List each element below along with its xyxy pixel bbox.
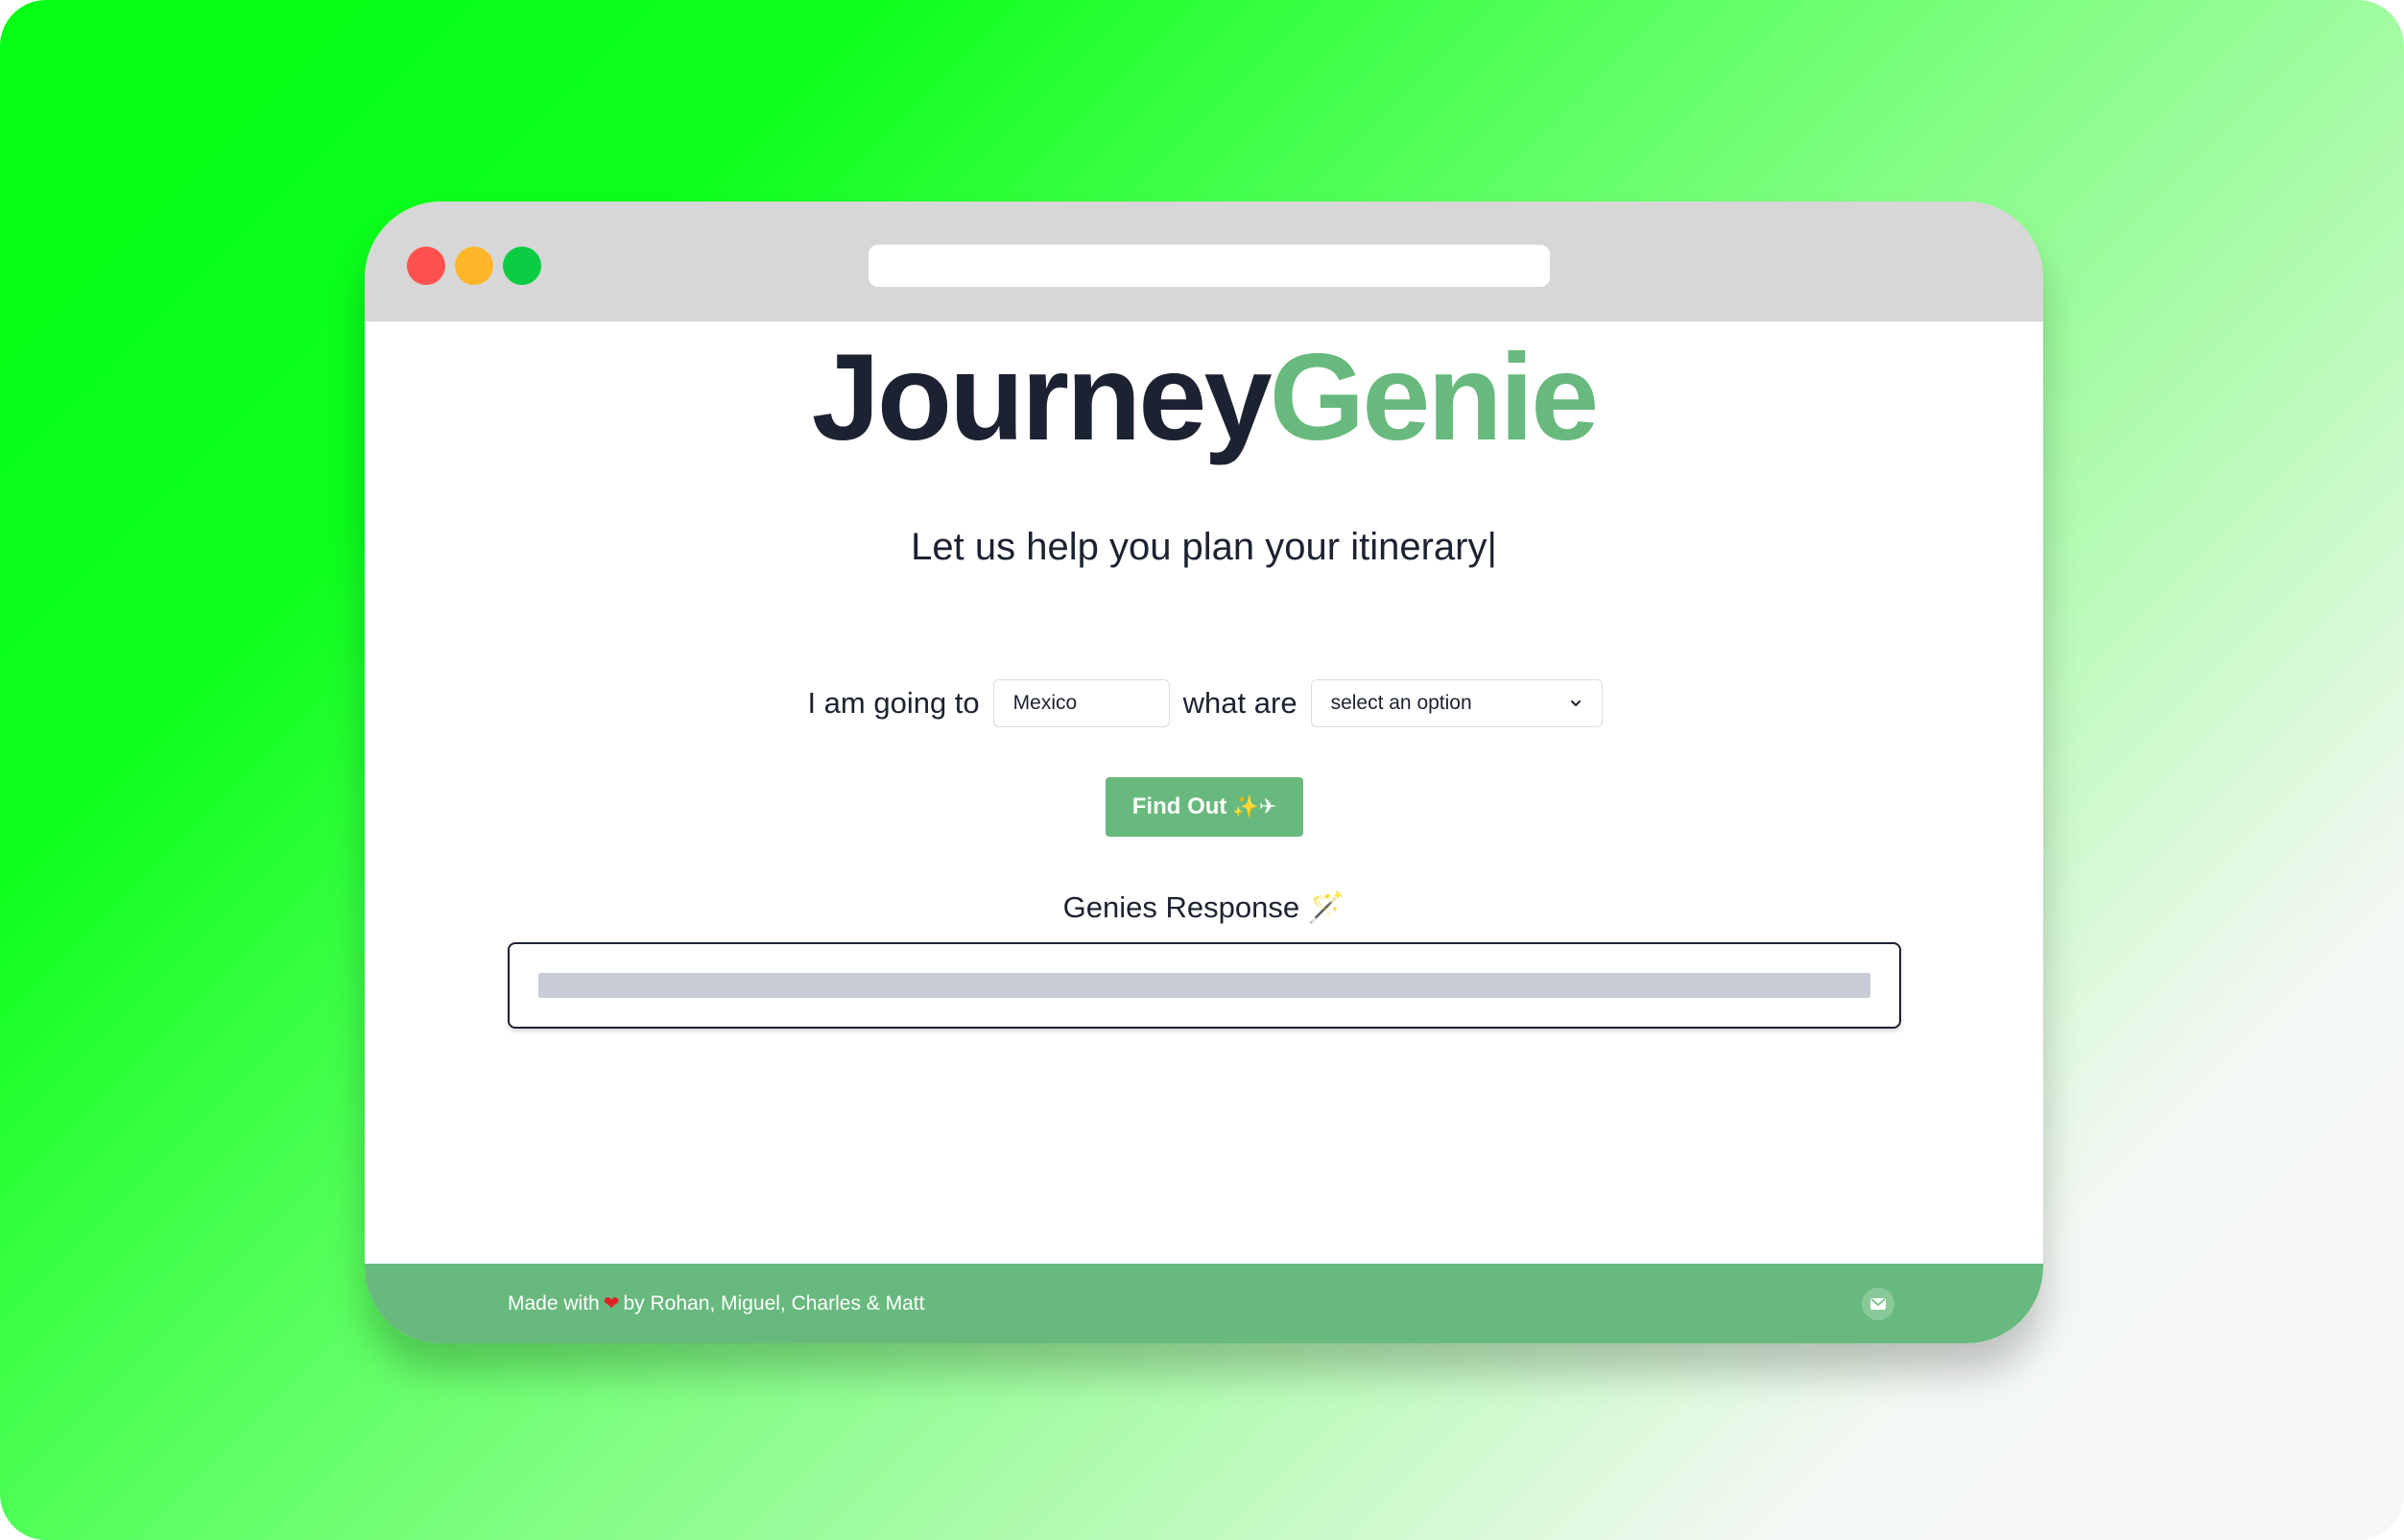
browser-window: JourneyGenie Let us help you plan your i… xyxy=(365,201,2043,1343)
minimize-window-button[interactable] xyxy=(455,247,493,285)
close-window-button[interactable] xyxy=(407,247,445,285)
maximize-window-button[interactable] xyxy=(503,247,541,285)
page-subtitle: Let us help you plan your itinerary| xyxy=(911,526,1497,568)
mail-icon xyxy=(1870,1298,1886,1310)
logo-genie: Genie xyxy=(1269,329,1600,466)
footer-made-with: Made with xyxy=(508,1291,600,1315)
heart-icon: ❤ xyxy=(603,1293,620,1315)
response-box xyxy=(508,942,1901,1029)
sparkle-plane-icon: ✨✈ xyxy=(1232,794,1277,818)
response-label: Genies Response 🪄 xyxy=(1062,890,1345,924)
footer-credits: Made with ❤ by Rohan, Miguel, Charles & … xyxy=(508,1264,924,1343)
select-value: select an option xyxy=(1330,692,1472,714)
itinerary-form: I am going to Mexico what are select an … xyxy=(365,678,2043,728)
category-select[interactable]: select an option xyxy=(1310,679,1603,727)
going-to-label: I am going to xyxy=(807,686,980,720)
find-out-button[interactable]: Find Out ✨✈ xyxy=(1106,777,1303,837)
destination-input[interactable]: Mexico xyxy=(992,679,1170,727)
find-out-label: Find Out xyxy=(1131,794,1227,819)
footer: Made with ❤ by Rohan, Miguel, Charles & … xyxy=(365,1264,2043,1343)
site-logo-title: JourneyGenie xyxy=(365,331,2043,465)
what-are-label: what are xyxy=(1182,686,1297,720)
logo-journey: Journey xyxy=(811,329,1273,466)
mail-button[interactable] xyxy=(1862,1288,1894,1320)
address-bar[interactable] xyxy=(869,245,1550,287)
chevron-down-icon xyxy=(1570,700,1581,706)
browser-titlebar xyxy=(365,201,2043,321)
loading-skeleton xyxy=(538,973,1870,998)
destination-value: Mexico xyxy=(1012,692,1078,714)
footer-authors: by Rohan, Miguel, Charles & Matt xyxy=(623,1291,925,1315)
